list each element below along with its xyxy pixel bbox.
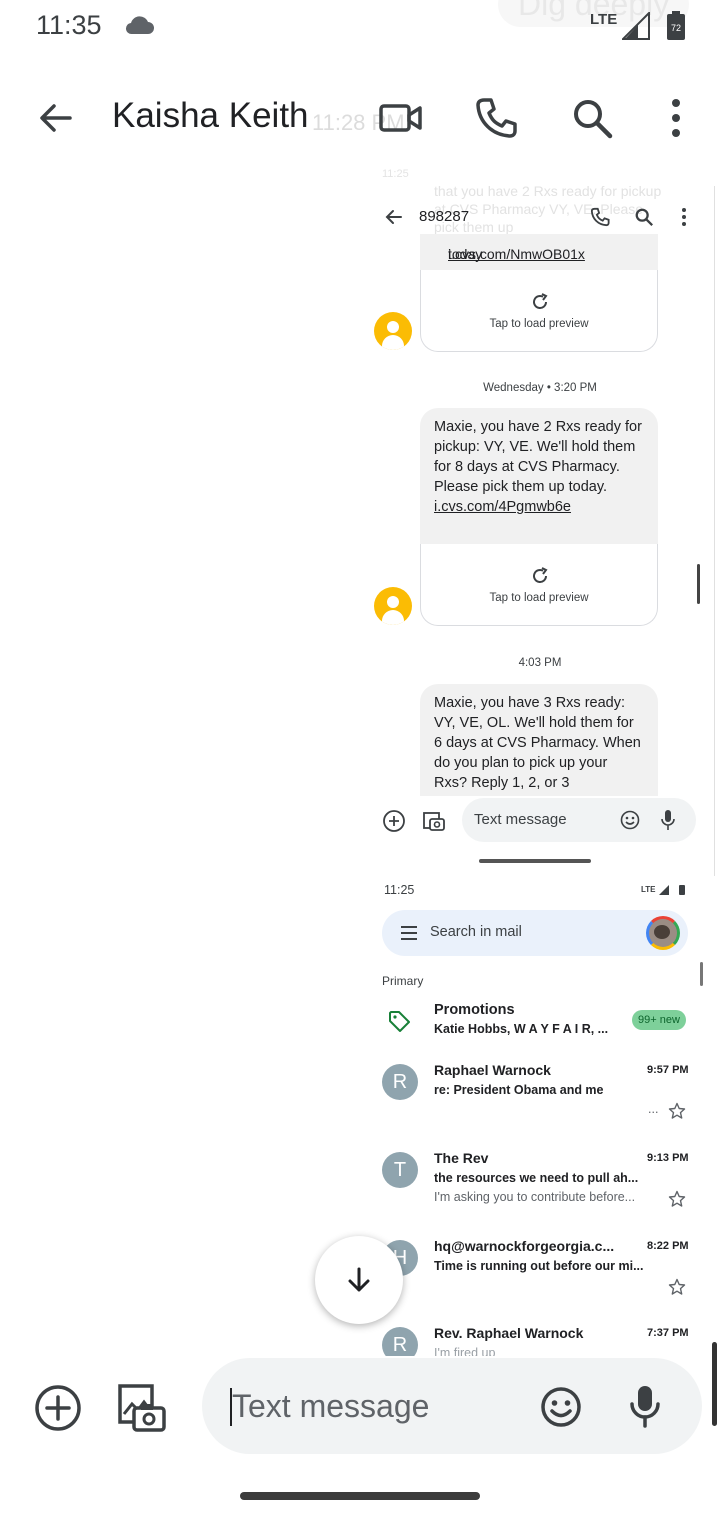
search-icon: [635, 208, 653, 226]
star-icon: [668, 1102, 686, 1119]
screenshot-background-time: 11:25: [382, 168, 409, 180]
star-icon: [668, 1190, 686, 1207]
scroll-down-button[interactable]: [315, 1236, 403, 1324]
link-preview-card: Tap to load preview: [420, 544, 658, 626]
scroll-down-icon: [348, 1267, 370, 1292]
email-time: 9:57 PM: [647, 1064, 689, 1076]
search-placeholder: Search in mail: [430, 924, 522, 940]
mic-icon[interactable]: [628, 1384, 662, 1428]
phone-icon: [590, 207, 610, 227]
attached-screenshot-messages[interactable]: 11:25 that you have 2 Rxs ready for pick…: [370, 160, 710, 865]
status-time: 11:35: [36, 10, 102, 40]
screenshot-home-handle: [479, 859, 591, 863]
sender-avatar: [374, 312, 412, 350]
emoji-icon: [620, 810, 640, 830]
email-snippet: I'm asking you to contribute before...: [434, 1190, 636, 1204]
search-bar: Search in mail: [382, 910, 688, 956]
phone-icon[interactable]: [474, 96, 518, 140]
preview-label: Tap to load preview: [489, 318, 589, 330]
search-icon[interactable]: [570, 96, 614, 140]
message-bubble-partial: today i.cvs.com/NmwOB01x: [420, 234, 658, 270]
sender-avatar: [374, 587, 412, 625]
sender-avatar: R: [382, 1064, 418, 1100]
reload-icon: [533, 567, 548, 583]
contact-name[interactable]: Kaisha Keith: [112, 96, 309, 136]
sender-avatar: T: [382, 1152, 418, 1188]
new-count-badge: 99+ new: [632, 1010, 686, 1030]
email-row: T The Rev 9:13 PM the resources we need …: [370, 1150, 710, 1230]
screenshot-compose-placeholder: Text message: [474, 811, 567, 828]
email-subject: re: President Obama and me: [434, 1083, 604, 1097]
gallery-icon[interactable]: [116, 1382, 168, 1434]
mic-icon: [661, 810, 675, 830]
preview-label: Tap to load preview: [489, 592, 589, 604]
message-input-placeholder: Text message: [232, 1388, 430, 1424]
email-sender: The Rev: [434, 1150, 489, 1166]
compose-bar: Text message: [0, 1356, 720, 1456]
screenshot-scrollbar: [697, 564, 700, 604]
screenshot-title: 898287: [419, 208, 470, 225]
more-icon: [682, 208, 686, 226]
signal-icon: [622, 12, 650, 40]
message-link: i.cvs.com/NmwOB01x: [448, 246, 585, 262]
message-bubble: Maxie, you have 3 Rxs ready: VY, VE, OL.…: [420, 684, 658, 796]
screenshot-status-time: 11:25: [384, 883, 415, 897]
message-text: Maxie, you have 2 Rxs ready for pickup: …: [434, 419, 642, 495]
email-subject: the resources we need to pull ah...: [434, 1171, 639, 1185]
message-link: i.cvs.com/4Pgmwb6e: [434, 499, 571, 515]
message-bubble: Maxie, you have 2 Rxs ready for pickup: …: [420, 408, 658, 544]
email-snippet: ...: [648, 1102, 659, 1116]
screenshot-network-label: LTE: [641, 885, 656, 894]
home-gesture-handle[interactable]: [240, 1492, 480, 1500]
battery-icon: 72: [667, 11, 685, 40]
emoji-icon[interactable]: [540, 1386, 582, 1428]
status-icons: LTE: [641, 885, 685, 895]
email-time: 8:22 PM: [647, 1240, 689, 1252]
sender-avatar: R: [382, 1327, 418, 1356]
screenshot-compose-bar: Text message: [370, 796, 710, 846]
email-row: H hq@warnockforgeorgia.c... 8:22 PM Time…: [370, 1238, 710, 1318]
video-call-icon[interactable]: [376, 98, 424, 138]
email-sender: Raphael Warnock: [434, 1062, 551, 1078]
menu-icon: [401, 926, 417, 940]
screenshot-text-field: Text message: [462, 798, 696, 842]
add-icon[interactable]: [34, 1384, 82, 1432]
scrollbar-track: [714, 186, 715, 876]
battery-level: 72: [671, 23, 681, 33]
email-time: 9:13 PM: [647, 1152, 689, 1164]
network-label: LTE: [590, 11, 618, 28]
back-icon: [385, 210, 402, 224]
status-bar: Dig deeply 11:35 LTE 72: [0, 0, 720, 56]
star-icon: [668, 1278, 686, 1295]
promotions-title: Promotions: [434, 1002, 515, 1018]
reload-icon: [533, 293, 548, 309]
promotions-row: Promotions Katie Hobbs, W A Y F A I R, .…: [370, 1000, 710, 1044]
tag-icon: [389, 1011, 410, 1032]
account-avatar: [646, 916, 680, 950]
email-time: 7:37 PM: [647, 1327, 689, 1339]
screenshot-app-bar: 898287: [370, 200, 710, 234]
email-subject: Time is running out before our mi...: [434, 1259, 644, 1273]
email-row: R Rev. Raphael Warnock 7:37 PM I'm fired…: [370, 1325, 710, 1356]
message-input[interactable]: Text message: [202, 1358, 702, 1454]
more-icon[interactable]: [664, 96, 688, 140]
section-label: Primary: [382, 974, 424, 988]
email-row: R Raphael Warnock 9:57 PM re: President …: [370, 1062, 710, 1142]
link-preview-card: Tap to load preview: [420, 270, 658, 352]
cloud-icon: [125, 16, 154, 35]
message-timestamp: 4:03 PM: [518, 657, 562, 669]
message-timestamp: Wednesday • 3:20 PM: [483, 382, 597, 394]
add-icon: [383, 810, 405, 832]
promotions-senders: Katie Hobbs, W A Y F A I R, ...: [434, 1022, 609, 1036]
screenshot-scrollbar: [700, 962, 703, 986]
email-sender: Rev. Raphael Warnock: [434, 1325, 584, 1341]
app-bar: 11:28 PM Kaisha Keith: [0, 80, 720, 156]
gallery-icon: [423, 812, 445, 831]
email-sender: hq@warnockforgeorgia.c...: [434, 1238, 615, 1254]
email-subject: I'm fired up: [434, 1346, 496, 1356]
back-icon[interactable]: [36, 98, 76, 138]
attached-screenshot-gmail[interactable]: 11:25 LTE Search in mail Primary Promoti…: [370, 874, 710, 1356]
